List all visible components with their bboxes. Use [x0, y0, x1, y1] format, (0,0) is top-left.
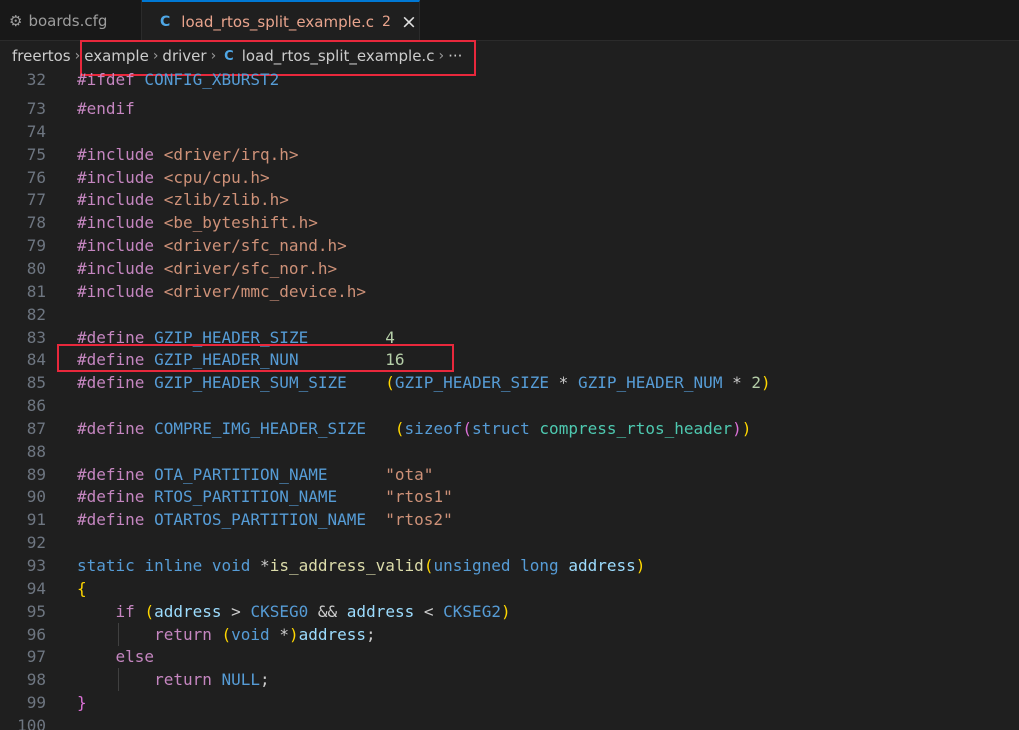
code-line[interactable]: 78 #include <be_byteshift.h> [0, 211, 1019, 234]
code-text: #include <driver/irq.h> [77, 144, 299, 164]
code-text: #endif [77, 99, 135, 118]
code-line[interactable]: 90 #define RTOS_PARTITION_NAME "rtos1" [0, 485, 1019, 508]
code-line[interactable]: 76 #include <cpu/cpu.h> [0, 166, 1019, 189]
code-text: return (void *)address; [154, 624, 376, 644]
code-text: #include <cpu/cpu.h> [77, 167, 270, 187]
tab-label: load_rtos_split_example.c [181, 13, 375, 31]
code-line[interactable]: 94 { [0, 577, 1019, 600]
code-line[interactable]: 96 return (void *)address; [0, 622, 1019, 646]
code-line[interactable]: 91 #define OTARTOS_PARTITION_NAME "rtos2" [0, 508, 1019, 531]
line-number: 88 [26, 441, 46, 461]
line-number: 80 [26, 258, 46, 278]
code-text: #define COMPRE_IMG_HEADER_SIZE (sizeof(s… [77, 418, 752, 438]
code-text: else [115, 647, 155, 667]
code-line[interactable]: 88 [0, 440, 1019, 463]
code-line[interactable]: 100 [0, 714, 1019, 730]
line-number: 73 [26, 99, 46, 118]
code-line[interactable]: 97 else [0, 645, 1019, 668]
line-number: 94 [26, 578, 46, 598]
code-line[interactable]: 77 #include <zlib/zlib.h> [0, 188, 1019, 211]
code-text: #include <driver/sfc_nor.h> [77, 258, 338, 278]
tab-boards-cfg[interactable]: ⚙ boards.cfg [0, 0, 142, 41]
code-line[interactable]: 73 #endif [0, 97, 1019, 120]
indent-guide [118, 668, 119, 692]
code-text: return NULL; [154, 670, 270, 690]
line-number: 95 [26, 601, 46, 621]
code-text: #include <be_byteshift.h> [77, 213, 318, 233]
gear-icon: ⚙ [9, 11, 23, 30]
c-file-icon: C [160, 14, 171, 30]
line-number: 78 [26, 213, 46, 233]
code-text: #define RTOS_PARTITION_NAME "rtos1" [77, 487, 453, 507]
code-line[interactable]: 79 #include <driver/sfc_nand.h> [0, 234, 1019, 257]
line-number: 98 [26, 670, 46, 690]
line-number: 83 [26, 327, 46, 347]
line-number: 97 [26, 647, 46, 667]
code-text: #include <driver/mmc_device.h> [77, 281, 366, 301]
code-line[interactable]: 93 static inline void *is_address_valid(u… [0, 554, 1019, 577]
code-text: #define OTA_PARTITION_NAME "ota" [77, 464, 434, 484]
code-line[interactable]: 80 #include <driver/sfc_nor.h> [0, 257, 1019, 280]
code-line[interactable]: 95 if (address > CKSEG0 && address < CKS… [0, 600, 1019, 623]
code-line[interactable]: 82 [0, 303, 1019, 326]
code-text: #define GZIP_HEADER_SUM_SIZE (GZIP_HEADE… [77, 373, 771, 393]
code-text: static inline void *is_address_valid(uns… [77, 556, 646, 575]
highlight-define-line-box [57, 344, 454, 372]
code-line[interactable]: 75 #include <driver/irq.h> [0, 143, 1019, 166]
line-number: 92 [26, 533, 46, 553]
close-icon[interactable]: × [401, 12, 417, 32]
tab-load-rtos-split-example[interactable]: C load_rtos_split_example.c 2 × [142, 0, 420, 42]
code-line[interactable]: 87 #define COMPRE_IMG_HEADER_SIZE (sizeof… [0, 417, 1019, 440]
code-text: #ifdef CONFIG_XBURST2 [77, 71, 280, 89]
code-line[interactable]: 99} [0, 691, 1019, 714]
code-line[interactable]: 86 [0, 394, 1019, 417]
code-line[interactable]: 85 #define GZIP_HEADER_SUM_SIZE (GZIP_HEA… [0, 371, 1019, 394]
line-number: 86 [26, 396, 46, 416]
line-number: 85 [26, 373, 46, 393]
code-line[interactable]: 98 return NULL; [0, 668, 1019, 692]
line-number: 74 [26, 121, 46, 141]
line-number: 81 [26, 281, 46, 301]
line-number: 89 [26, 464, 46, 484]
indent-guide [118, 622, 119, 646]
line-number: 93 [26, 556, 46, 575]
code-text: if (address > CKSEG0 && address < CKSEG2… [115, 601, 511, 621]
line-number: 75 [26, 144, 46, 164]
line-number: 84 [26, 350, 46, 370]
code-text: } [77, 693, 87, 713]
code-text: #define OTARTOS_PARTITION_NAME "rtos2" [77, 510, 453, 530]
line-number: 79 [26, 236, 46, 256]
tab-label: boards.cfg [28, 11, 108, 30]
code-editor[interactable]: 32 #ifdef CONFIG_XBURST2 73 #endif 74 75 #incl… [0, 71, 1019, 730]
line-number: 96 [26, 624, 46, 644]
line-number: 100 [17, 715, 46, 730]
line-number: 90 [26, 487, 46, 507]
line-number: 91 [26, 510, 46, 530]
breadcrumb-item-freertos[interactable]: freertos [12, 47, 71, 65]
line-number: 99 [26, 693, 46, 713]
tab-bar: ⚙ boards.cfg C load_rtos_split_example.c… [0, 0, 1019, 42]
code-line[interactable]: 89 #define OTA_PARTITION_NAME "ota" [0, 463, 1019, 486]
line-number: 32 [26, 71, 46, 89]
problems-count-badge: 2 [382, 14, 391, 30]
line-number: 77 [26, 190, 46, 210]
code-text: #include <driver/sfc_nand.h> [77, 236, 347, 256]
code-line[interactable]: 74 [0, 120, 1019, 143]
code-text: #include <zlib/zlib.h> [77, 190, 289, 210]
line-number: 82 [26, 304, 46, 324]
code-line[interactable]: 32 #ifdef CONFIG_XBURST2 [0, 71, 1019, 91]
line-number: 76 [26, 167, 46, 187]
code-text: { [77, 578, 87, 598]
code-line[interactable]: 81 #include <driver/mmc_device.h> [0, 280, 1019, 303]
line-number: 87 [26, 418, 46, 438]
code-line[interactable]: 92 [0, 531, 1019, 554]
